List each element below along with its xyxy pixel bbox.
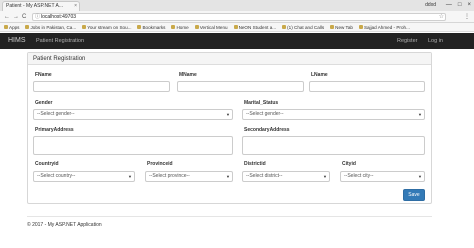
province-label: Provinceid [147,161,173,167]
bookmark-label: (1) Chat and Calls [287,24,325,30]
province-value: --Select province-- [149,173,190,179]
bookmark-label: Sajjad Ahmed - Proh... [363,24,410,30]
country-value: --Select country-- [37,173,76,179]
city-value: --Select city-- [344,173,374,179]
chevron-down-icon: ▼ [418,174,422,179]
bookmark-label: Apps [9,24,20,30]
tab-close-icon[interactable]: × [74,2,77,11]
marital-status-select[interactable]: --Select gender-- ▼ [242,109,425,120]
window-controls: — □ × [446,0,471,10]
bookmark-label: NeON Student a... [238,24,277,30]
marital-status-label: Marital_Status [244,100,279,106]
gender-select[interactable]: --Select gender-- ▼ [33,109,233,120]
country-select[interactable]: --Select country-- ▼ [33,171,135,182]
tab-title: Patient - My ASP.NET A... [6,3,64,9]
bookmark-item[interactable]: (1) Chat and Calls [282,23,324,31]
folder-icon [171,25,176,29]
browser-menu-icon[interactable]: ⋮ [464,12,470,22]
bookmark-favicon-icon [330,25,335,29]
primary-address-textarea[interactable] [33,136,233,155]
bookmark-item[interactable]: Apps [4,23,19,31]
country-label: Countryid [35,161,59,167]
gender-label: Gender [35,100,53,106]
bookmarks-bar: Apps Jobs in Pakistan, Ca... Your stream… [0,23,474,32]
browser-tab[interactable]: Patient - My ASP.NET A... × [2,1,80,11]
minimize-icon[interactable]: — [446,0,452,10]
marital-status-value: --Select gender-- [246,111,284,117]
folder-icon [137,25,142,29]
maximize-icon[interactable]: □ [458,0,462,10]
save-button[interactable]: Save [403,189,425,201]
bookmark-item[interactable]: Sajjad Ahmed - Proh... [358,23,410,31]
chevron-down-icon: ▼ [323,174,327,179]
brand-link[interactable]: HIMS [8,33,26,49]
forward-icon[interactable]: → [13,12,19,22]
lname-label: LName [311,72,328,78]
bookmark-label: Home [176,24,189,30]
bookmark-item[interactable]: Your stream on Sou... [82,23,131,31]
bookmark-star-icon[interactable]: ☆ [439,12,444,22]
city-select[interactable]: --Select city-- ▼ [340,171,425,182]
city-label: Cityid [342,161,356,167]
folder-icon [194,25,199,29]
browser-user-label[interactable]: ddxd [425,1,436,10]
lname-input[interactable] [309,81,425,92]
url-text: localhost:49703 [41,14,77,20]
bookmark-item[interactable]: Jobs in Pakistan, Ca... [25,23,76,31]
info-icon: ⓘ [35,14,41,20]
secondary-address-textarea[interactable] [242,136,425,155]
nav-login[interactable]: Log in [428,33,443,49]
secondary-address-label: SecondaryAddress [244,127,290,133]
bookmark-label: New Tab [335,24,353,30]
fname-label: FName [35,72,52,78]
panel-heading: Patient Registration [28,53,431,65]
nav-register[interactable]: Register [397,33,417,49]
district-select[interactable]: --Select district-- ▼ [242,171,330,182]
nav-patient-registration[interactable]: Patient Registration [36,33,84,49]
chevron-down-icon: ▼ [226,174,230,179]
browser-titlebar: Patient - My ASP.NET A... × ddxd — □ × [0,0,474,11]
footer-text: © 2017 - My ASP.NET Application [27,222,102,228]
apps-icon [4,25,8,29]
reload-icon[interactable]: C [22,12,26,22]
bookmark-favicon-icon [25,25,30,29]
bookmark-favicon-icon [233,25,238,29]
address-bar: ← → C ⓘ localhost:49703 ☆ ⋮ [0,11,474,23]
chevron-down-icon: ▼ [128,174,132,179]
bookmark-item[interactable]: Bookmarks [137,23,165,31]
bookmark-item[interactable]: Home [171,23,189,31]
bookmark-item[interactable]: New Tab [330,23,353,31]
province-select[interactable]: --Select province-- ▼ [145,171,233,182]
bookmark-item[interactable]: Vertical Menu [194,23,228,31]
fname-input[interactable] [33,81,170,92]
bookmark-favicon-icon [82,25,87,29]
close-window-icon[interactable]: × [467,0,471,10]
bookmark-label: Vertical Menu [199,24,228,30]
mname-label: MName [179,72,197,78]
bookmark-item[interactable]: NeON Student a... [233,23,277,31]
bookmark-favicon-icon [282,25,287,29]
primary-address-label: PrimaryAddress [35,127,74,133]
bookmark-label: Your stream on Sou... [87,24,132,30]
bookmark-label: Bookmarks [142,24,166,30]
gender-value: --Select gender-- [37,111,75,117]
back-icon[interactable]: ← [4,12,10,22]
footer-divider [27,216,432,217]
app-navbar: HIMS Patient Registration Register Log i… [0,33,474,49]
district-value: --Select district-- [246,173,283,179]
chevron-down-icon: ▼ [418,112,422,117]
url-input[interactable]: ⓘ localhost:49703 [32,13,446,21]
mname-input[interactable] [177,81,304,92]
bookmark-favicon-icon [358,25,363,29]
bookmark-label: Jobs in Pakistan, Ca... [30,24,77,30]
chevron-down-icon: ▼ [226,112,230,117]
district-label: Districtid [244,161,266,167]
